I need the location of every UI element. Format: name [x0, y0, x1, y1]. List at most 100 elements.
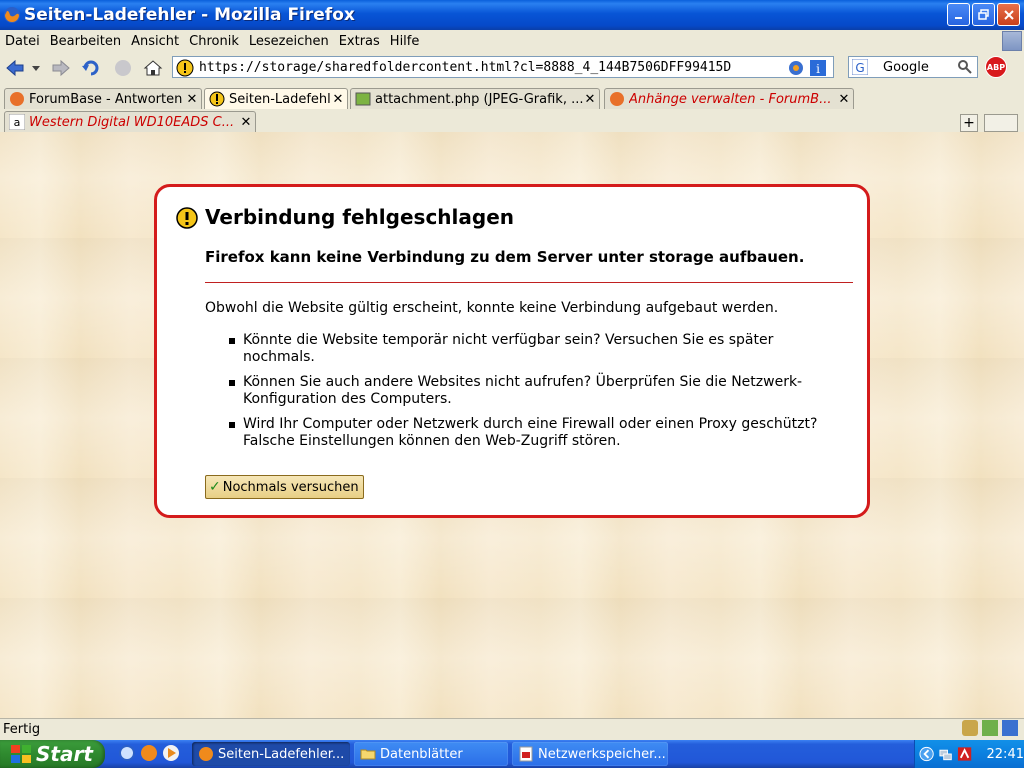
- svg-text:G: G: [855, 61, 864, 75]
- taskbar-button-firefox[interactable]: Seiten-Ladefehler...: [192, 742, 350, 766]
- error-box: Verbindung fehlgeschlagen Firefox kann k…: [154, 184, 870, 518]
- tab-close-icon[interactable]: ✕: [331, 92, 345, 107]
- reload-icon[interactable]: [80, 58, 102, 78]
- tab-list-button[interactable]: [984, 114, 1018, 132]
- menu-chronik[interactable]: Chronik: [189, 34, 239, 49]
- amazon-favicon-icon: a: [9, 114, 25, 130]
- window-title: Seiten-Ladefehler - Mozilla Firefox: [24, 5, 355, 25]
- window-titlebar: Seiten-Ladefehler - Mozilla Firefox: [0, 0, 1024, 30]
- error-suggestions: Könnte die Website temporär nicht verfüg…: [229, 332, 829, 458]
- suggestion-item: Können Sie auch andere Websites nicht au…: [229, 374, 829, 408]
- status-text: Fertig: [3, 722, 41, 737]
- firefox-icon: [199, 747, 213, 761]
- checkmark-icon: ✓: [209, 479, 221, 495]
- retry-label: Nochmals versuchen: [222, 479, 359, 495]
- maximize-button[interactable]: [972, 3, 995, 26]
- url-text: https://storage/sharedfoldercontent.html…: [199, 59, 732, 75]
- tab-anhaenge-verwalten[interactable]: Anhänge verwalten - ForumB... ✕: [604, 88, 854, 109]
- windows-logo-icon: [11, 745, 31, 763]
- system-tray: 22:41: [914, 740, 1024, 768]
- start-button[interactable]: Start: [0, 740, 105, 768]
- start-label: Start: [36, 742, 93, 766]
- clock: 22:41: [986, 746, 1024, 762]
- status-bar: Fertig: [0, 718, 1024, 740]
- extension-icon[interactable]: [1002, 720, 1018, 736]
- menu-hilfe[interactable]: Hilfe: [390, 34, 420, 49]
- tray-expand-icon[interactable]: [919, 746, 934, 762]
- tab-label: Seiten-Ladefehler: [229, 91, 331, 107]
- image-file-icon: [355, 92, 371, 106]
- search-bar[interactable]: G Google: [848, 56, 978, 78]
- tab-close-icon[interactable]: ✕: [239, 115, 253, 130]
- error-separator: [205, 282, 853, 283]
- tab-western-digital[interactable]: a Western Digital WD10EADS C... ✕: [4, 111, 256, 132]
- ie-quicklaunch-icon[interactable]: [118, 744, 136, 762]
- warning-icon: [176, 59, 194, 77]
- taskbar-button-label: Netzwerkspeicher...: [538, 746, 666, 762]
- stop-icon[interactable]: [112, 58, 134, 78]
- tab-label: Anhänge verwalten - ForumB...: [629, 91, 832, 107]
- tab-close-icon[interactable]: ✕: [185, 92, 199, 107]
- url-bar[interactable]: https://storage/sharedfoldercontent.html…: [172, 56, 834, 78]
- svg-text:a: a: [14, 116, 21, 129]
- media-player-quicklaunch-icon[interactable]: [162, 744, 180, 762]
- tab-attachment-php[interactable]: attachment.php (JPEG-Grafik, ... ✕: [350, 88, 600, 109]
- warning-icon: [176, 207, 198, 229]
- warning-icon: [209, 91, 225, 107]
- menu-ansicht[interactable]: Ansicht: [131, 34, 179, 49]
- info-icon[interactable]: i: [809, 59, 827, 77]
- taskbar: Start Seiten-Ladefehler... Datenblätter …: [0, 740, 1024, 768]
- firefox-icon: [4, 7, 20, 23]
- taskbar-button-label: Datenblätter: [380, 746, 463, 762]
- tab-label: ForumBase - Antworten: [29, 91, 183, 107]
- back-icon[interactable]: [4, 58, 26, 78]
- tab-close-icon[interactable]: ✕: [583, 92, 597, 107]
- tab-strip: ForumBase - Antworten ✕ Seiten-Ladefehle…: [0, 86, 1024, 132]
- close-window-button[interactable]: [997, 3, 1020, 26]
- menu-bar: Datei Bearbeiten Ansicht Chronik Lesezei…: [0, 30, 1024, 52]
- taskbar-button-netzwerkspeicher[interactable]: Netzwerkspeicher...: [512, 742, 668, 766]
- menu-lesezeichen[interactable]: Lesezeichen: [249, 34, 329, 49]
- forward-icon[interactable]: [50, 58, 72, 78]
- search-engine-label: Google: [883, 59, 929, 75]
- error-subtitle: Firefox kann keine Verbindung zu dem Ser…: [205, 248, 805, 266]
- taskbar-button-label: Seiten-Ladefehler...: [218, 746, 345, 762]
- feed-icon[interactable]: [787, 59, 805, 77]
- throbber-icon: [1002, 31, 1022, 51]
- error-description: Obwohl die Website gültig erscheint, kon…: [205, 300, 779, 316]
- firefox-quicklaunch-icon[interactable]: [140, 744, 158, 762]
- network-icon[interactable]: [938, 746, 953, 762]
- antivirus-icon[interactable]: [957, 746, 972, 762]
- tab-close-icon[interactable]: ✕: [837, 92, 851, 107]
- tab-label: Western Digital WD10EADS C...: [29, 114, 235, 130]
- back-dropdown-icon[interactable]: [30, 58, 42, 78]
- suggestion-item: Könnte die Website temporär nicht verfüg…: [229, 332, 829, 366]
- adblock-plus-icon[interactable]: ABP: [985, 56, 1007, 78]
- minimize-button[interactable]: [947, 3, 970, 26]
- lock-icon[interactable]: [962, 720, 978, 736]
- menu-bearbeiten[interactable]: Bearbeiten: [50, 34, 121, 49]
- minimize-icon: [954, 16, 962, 19]
- menu-extras[interactable]: Extras: [339, 34, 380, 49]
- menu-datei[interactable]: Datei: [5, 34, 40, 49]
- home-icon[interactable]: [142, 58, 164, 78]
- tab-label: attachment.php (JPEG-Grafik, ...: [375, 91, 583, 107]
- folder-icon: [360, 749, 376, 760]
- taskbar-button-datenblaetter[interactable]: Datenblätter: [354, 742, 508, 766]
- pdf-icon: [519, 746, 533, 762]
- restore-icon: [977, 8, 989, 20]
- addon-icon[interactable]: [982, 720, 998, 736]
- forum-favicon-icon: [610, 92, 624, 106]
- forum-favicon-icon: [10, 92, 24, 106]
- retry-button[interactable]: ✓ Nochmals versuchen: [205, 475, 364, 499]
- error-title: Verbindung fehlgeschlagen: [205, 205, 515, 229]
- tab-seiten-ladefehler[interactable]: Seiten-Ladefehler ✕: [204, 88, 348, 109]
- suggestion-item: Wird Ihr Computer oder Netzwerk durch ei…: [229, 416, 829, 450]
- close-icon: [1003, 9, 1014, 20]
- tab-forumbase-antworten[interactable]: ForumBase - Antworten ✕: [4, 88, 202, 109]
- new-tab-button[interactable]: +: [960, 114, 978, 132]
- google-icon[interactable]: G: [852, 59, 868, 75]
- search-icon[interactable]: [957, 59, 973, 75]
- page-content: Verbindung fehlgeschlagen Firefox kann k…: [0, 132, 1024, 718]
- svg-text:i: i: [816, 62, 820, 76]
